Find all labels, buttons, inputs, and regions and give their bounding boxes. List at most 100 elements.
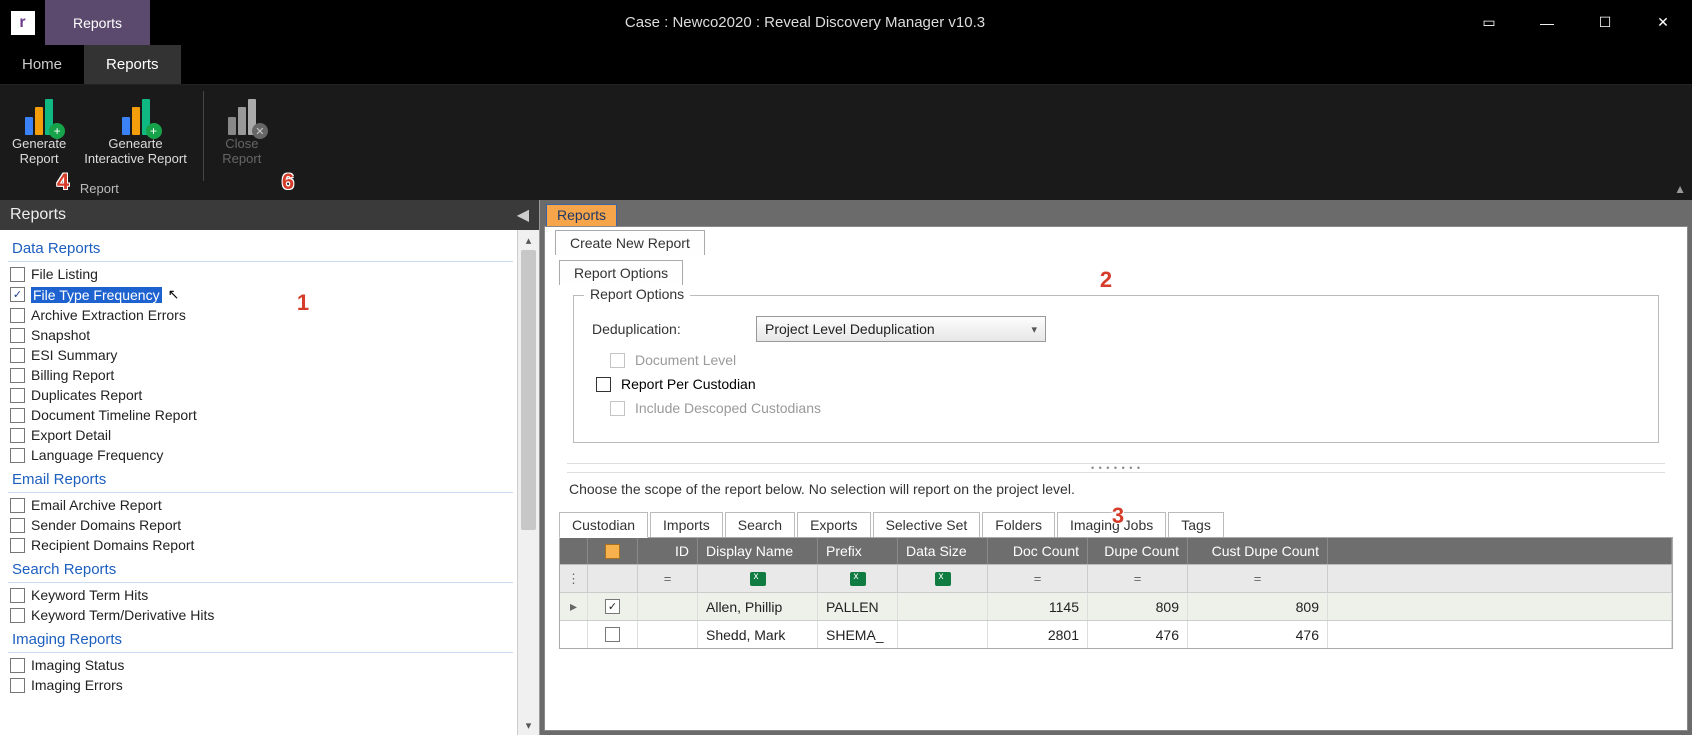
checkbox[interactable] bbox=[10, 678, 25, 693]
report-item[interactable]: Imaging Status bbox=[8, 655, 513, 675]
report-item[interactable]: Keyword Term Hits bbox=[8, 585, 513, 605]
tab-report-options[interactable]: Report Options bbox=[559, 260, 683, 285]
checkbox[interactable] bbox=[10, 538, 25, 553]
select-all-checkbox[interactable] bbox=[605, 544, 620, 559]
checkbox[interactable] bbox=[10, 428, 25, 443]
scope-tab[interactable]: Selective Set bbox=[873, 512, 981, 537]
checkbox[interactable] bbox=[10, 308, 25, 323]
dedup-select[interactable]: Project Level Deduplication ▾ bbox=[756, 316, 1046, 342]
report-item[interactable]: Document Timeline Report bbox=[8, 405, 513, 425]
chevron-down-icon: ▾ bbox=[1031, 323, 1037, 336]
include-descoped-checkbox: Include Descoped Custodians bbox=[610, 400, 1640, 416]
report-item[interactable]: File Listing bbox=[8, 264, 513, 284]
report-item[interactable]: Snapshot bbox=[8, 325, 513, 345]
scrollbar[interactable]: ▴ ▾ bbox=[517, 230, 539, 735]
quick-access-tab[interactable]: Reports bbox=[45, 0, 150, 45]
report-item-label: File Type Frequency bbox=[31, 287, 162, 303]
checkbox[interactable] bbox=[10, 328, 25, 343]
row-indicator bbox=[560, 621, 588, 648]
report-item[interactable]: Imaging Errors bbox=[8, 675, 513, 695]
checkbox[interactable] bbox=[10, 388, 25, 403]
report-item[interactable]: Keyword Term/Derivative Hits bbox=[8, 605, 513, 625]
report-item-label: File Listing bbox=[31, 266, 98, 282]
checkbox[interactable] bbox=[10, 658, 25, 673]
checkbox[interactable]: ✓ bbox=[10, 287, 25, 302]
col-prefix[interactable]: Prefix bbox=[818, 538, 898, 564]
col-id[interactable]: ID bbox=[638, 538, 698, 564]
row-checkbox[interactable] bbox=[605, 627, 620, 642]
col-data-size[interactable]: Data Size bbox=[898, 538, 988, 564]
section-data-reports: Data Reports bbox=[8, 234, 513, 262]
report-item[interactable]: ESI Summary bbox=[8, 345, 513, 365]
report-item-label: Recipient Domains Report bbox=[31, 537, 194, 553]
scope-tab[interactable]: Imaging Jobs bbox=[1057, 512, 1166, 537]
report-item-label: Sender Domains Report bbox=[31, 517, 181, 533]
collapse-panel-icon[interactable]: ◀ bbox=[517, 205, 529, 225]
filter-name[interactable] bbox=[698, 565, 818, 592]
menu-bar: Home Reports bbox=[0, 45, 1692, 85]
checkbox[interactable] bbox=[10, 267, 25, 282]
report-item[interactable]: Billing Report bbox=[8, 365, 513, 385]
scroll-down-icon[interactable]: ▾ bbox=[518, 715, 539, 735]
tab-reports[interactable]: Reports bbox=[546, 204, 617, 226]
scope-instruction: Choose the scope of the report below. No… bbox=[545, 473, 1687, 507]
splitter-handle[interactable]: • • • • • • • bbox=[567, 463, 1665, 473]
report-item[interactable]: Export Detail bbox=[8, 425, 513, 445]
report-item-label: Email Archive Report bbox=[31, 497, 162, 513]
menu-home[interactable]: Home bbox=[0, 45, 84, 84]
scroll-thumb[interactable] bbox=[521, 250, 536, 530]
scope-tab[interactable]: Tags bbox=[1168, 512, 1224, 537]
scope-tab[interactable]: Custodian bbox=[559, 512, 648, 538]
checkbox[interactable] bbox=[10, 368, 25, 383]
report-per-custodian-checkbox[interactable]: Report Per Custodian bbox=[596, 376, 1640, 392]
report-item[interactable]: ✓File Type Frequency↖ bbox=[8, 284, 513, 305]
report-item-label: Imaging Status bbox=[31, 657, 124, 673]
report-item[interactable]: Archive Extraction Errors bbox=[8, 305, 513, 325]
scroll-up-icon[interactable]: ▴ bbox=[518, 230, 539, 250]
generate-interactive-report-button[interactable]: + Genearte Interactive Report bbox=[78, 89, 193, 169]
checkbox[interactable] bbox=[10, 448, 25, 463]
ribbon-group-label: Report bbox=[80, 181, 119, 200]
row-checkbox[interactable]: ✓ bbox=[605, 599, 620, 614]
checkbox[interactable] bbox=[10, 518, 25, 533]
checkbox[interactable] bbox=[10, 498, 25, 513]
filter-size[interactable] bbox=[898, 565, 988, 592]
table-row[interactable]: Shedd, MarkSHEMA_2801476476 bbox=[560, 620, 1672, 648]
help-icon[interactable]: ▭ bbox=[1460, 0, 1518, 45]
maximize-button[interactable]: ☐ bbox=[1576, 0, 1634, 45]
checkbox[interactable] bbox=[10, 408, 25, 423]
report-item[interactable]: Email Archive Report bbox=[8, 495, 513, 515]
close-window-button[interactable]: ✕ bbox=[1634, 0, 1692, 45]
scope-tab[interactable]: Imports bbox=[650, 512, 723, 537]
ribbon-expand-icon[interactable]: ▲ bbox=[1674, 182, 1686, 196]
filter-dupe[interactable]: = bbox=[1088, 565, 1188, 592]
tab-create-new-report[interactable]: Create New Report bbox=[555, 230, 705, 255]
report-item[interactable]: Sender Domains Report bbox=[8, 515, 513, 535]
scope-tab[interactable]: Exports bbox=[797, 512, 870, 537]
col-doc-count[interactable]: Doc Count bbox=[988, 538, 1088, 564]
reports-tree-panel: Reports ◀ ▴ ▾ Data Reports File Listing✓… bbox=[0, 200, 540, 735]
scope-tab[interactable]: Folders bbox=[982, 512, 1055, 537]
menu-reports[interactable]: Reports bbox=[84, 45, 181, 84]
report-item-label: Archive Extraction Errors bbox=[31, 307, 186, 323]
report-item[interactable]: Recipient Domains Report bbox=[8, 535, 513, 555]
filter-id[interactable]: = bbox=[638, 565, 698, 592]
col-cust-dupe-count[interactable]: Cust Dupe Count bbox=[1188, 538, 1328, 564]
section-search-reports: Search Reports bbox=[8, 555, 513, 583]
checkbox[interactable] bbox=[10, 348, 25, 363]
filter-prefix[interactable] bbox=[818, 565, 898, 592]
col-display-name[interactable]: Display Name bbox=[698, 538, 818, 564]
col-dupe-count[interactable]: Dupe Count bbox=[1088, 538, 1188, 564]
checkbox[interactable] bbox=[10, 588, 25, 603]
table-row[interactable]: ▸✓Allen, PhillipPALLEN1145809809 bbox=[560, 592, 1672, 620]
generate-report-button[interactable]: + Generate Report bbox=[6, 89, 72, 169]
scope-tab[interactable]: Search bbox=[725, 512, 795, 537]
filter-doc[interactable]: = bbox=[988, 565, 1088, 592]
filter-cdupe[interactable]: = bbox=[1188, 565, 1328, 592]
chart-plus-icon: + bbox=[17, 91, 61, 135]
report-item[interactable]: Language Frequency bbox=[8, 445, 513, 465]
checkbox[interactable] bbox=[10, 608, 25, 623]
section-email-reports: Email Reports bbox=[8, 465, 513, 493]
minimize-button[interactable]: — bbox=[1518, 0, 1576, 45]
report-item[interactable]: Duplicates Report bbox=[8, 385, 513, 405]
